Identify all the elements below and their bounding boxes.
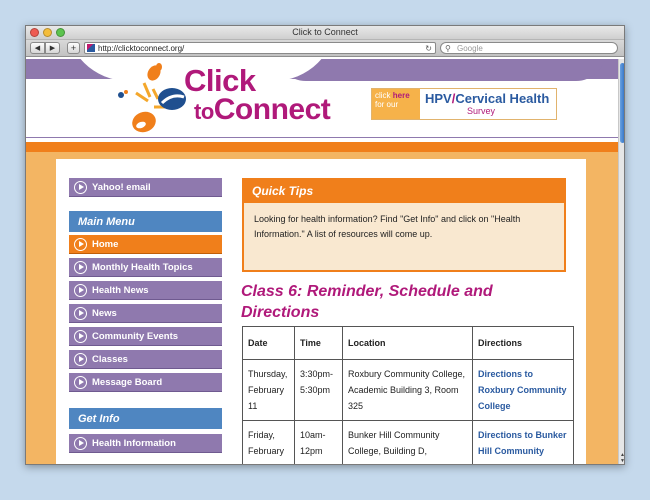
nav-item-label: Health News — [92, 284, 149, 296]
table-header-row: Date Time Location Directions — [242, 326, 574, 360]
nav-item-label: Home — [92, 238, 119, 250]
directions-link[interactable]: Directions to Roxbury Community College — [472, 359, 574, 421]
column-header-date: Date — [242, 326, 295, 360]
nav-item-label: Message Board — [92, 376, 163, 388]
sidebar-item-community-events[interactable]: Community Events — [69, 327, 222, 346]
play-icon — [74, 375, 87, 389]
play-icon — [74, 306, 87, 320]
title-bar: Click to Connect — [26, 26, 624, 40]
header-orange-band — [26, 142, 618, 152]
content-panel: Yahoo! email Main Menu Home Monthly Heal… — [56, 159, 586, 464]
banner-survey-text: Survey — [467, 106, 496, 116]
table-row: Friday, February 10am-12pm Bunker Hill C… — [242, 420, 574, 464]
play-icon — [74, 283, 87, 297]
banner-cervical-word: Cervical Health — [455, 91, 550, 106]
sidebar-item-message-board[interactable]: Message Board — [69, 373, 222, 392]
sidebar-item-home[interactable]: Home — [69, 235, 222, 254]
date-cell: Friday, February — [242, 420, 295, 464]
play-icon — [74, 352, 87, 366]
header-band-curve — [276, 59, 606, 81]
quick-tips-box: Quick Tips Looking for health informatio… — [242, 178, 566, 272]
logo-text-to: to — [194, 99, 214, 124]
time-cell: 10am-12pm — [294, 420, 343, 464]
banner-click-here: click here for our — [372, 89, 420, 119]
date-cell: Thursday, February 11 — [242, 359, 295, 421]
site-favicon-icon — [87, 44, 95, 52]
sidebar-item-news[interactable]: News — [69, 304, 222, 323]
column-header-directions: Directions — [472, 326, 574, 360]
time-cell: 3:30pm-5:30pm — [294, 359, 343, 421]
nav-item-label: News — [92, 307, 117, 319]
sidebar-item-monthly-health-topics[interactable]: Monthly Health Topics — [69, 258, 222, 277]
banner-hpv-title: HPV/Cervical Health — [425, 91, 549, 106]
column-header-location: Location — [342, 326, 473, 360]
address-bar[interactable]: http://clicktoconnect.org/ ↻ — [84, 42, 436, 54]
logo-graphic-icon — [118, 63, 186, 133]
quick-tips-heading: Quick Tips — [244, 180, 564, 203]
play-icon — [74, 260, 87, 274]
url-text[interactable]: http://clicktoconnect.org/ — [98, 43, 184, 54]
table-row: Thursday, February 11 3:30pm-5:30pm Roxb… — [242, 359, 574, 421]
quick-tips-body: Looking for health information? Find "Ge… — [254, 214, 521, 239]
nav-item-label: Yahoo! email — [92, 181, 151, 193]
forward-button[interactable]: ▶ — [45, 42, 60, 54]
banner-click-text: click — [375, 91, 391, 100]
page-viewport: Click toConnect click here for our HPV/C… — [26, 59, 618, 464]
site-header: Click toConnect click here for our HPV/C… — [26, 59, 618, 152]
schedule-table: Date Time Location Directions Thursday, … — [242, 326, 574, 464]
location-cell: Bunker Hill Community College, Building … — [342, 420, 473, 464]
nav-item-label: Classes — [92, 353, 128, 365]
search-placeholder[interactable]: Google — [457, 43, 483, 54]
banner-hpv-word: HPV — [425, 91, 452, 106]
banner-here-text: here — [392, 91, 410, 100]
back-button[interactable]: ◀ — [30, 42, 45, 54]
logo-text-connect-word: Connect — [213, 93, 331, 126]
new-tab-button[interactable]: + — [67, 42, 80, 54]
reload-icon[interactable]: ↻ — [425, 43, 432, 54]
column-header-time: Time — [294, 326, 343, 360]
browser-toolbar: ◀ ▶ + http://clicktoconnect.org/ ↻ ⚲ Goo… — [26, 40, 624, 57]
page-title: Class 6: Reminder, Schedule and Directio… — [241, 283, 493, 321]
sidebar-item-health-information[interactable]: Health Information — [69, 434, 222, 453]
nav-item-label: Health Information — [92, 437, 176, 449]
sidebar-item-classes[interactable]: Classes — [69, 350, 222, 369]
hpv-survey-banner[interactable]: click here for our HPV/Cervical Health S… — [371, 88, 557, 120]
scroll-arrows-icon[interactable]: ▲ ▼ — [619, 452, 624, 464]
play-icon — [74, 237, 87, 251]
logo-text-connect[interactable]: toConnect — [194, 93, 331, 127]
search-field[interactable]: ⚲ Google — [440, 42, 618, 54]
main-menu-heading: Main Menu — [69, 211, 222, 232]
location-cell: Roxbury Community College, Academic Buil… — [342, 359, 473, 421]
search-icon: ⚲ — [445, 44, 451, 53]
nav-item-label: Community Events — [92, 330, 179, 342]
play-icon — [74, 180, 87, 194]
vertical-scrollbar[interactable]: ▲ ▼ — [618, 59, 624, 464]
play-icon — [74, 436, 87, 450]
scrollbar-thumb[interactable] — [620, 63, 624, 143]
browser-window: Click to Connect ◀ ▶ + http://clicktocon… — [25, 25, 625, 465]
nav-item-label: Monthly Health Topics — [92, 261, 193, 273]
directions-link[interactable]: Directions to Bunker Hill Community — [472, 420, 574, 464]
yahoo-email-link[interactable]: Yahoo! email — [69, 178, 222, 197]
play-icon — [74, 329, 87, 343]
banner-for-our-text: for our — [375, 100, 399, 109]
get-info-heading: Get Info — [69, 408, 222, 429]
window-title: Click to Connect — [292, 27, 358, 37]
sidebar-item-health-news[interactable]: Health News — [69, 281, 222, 300]
